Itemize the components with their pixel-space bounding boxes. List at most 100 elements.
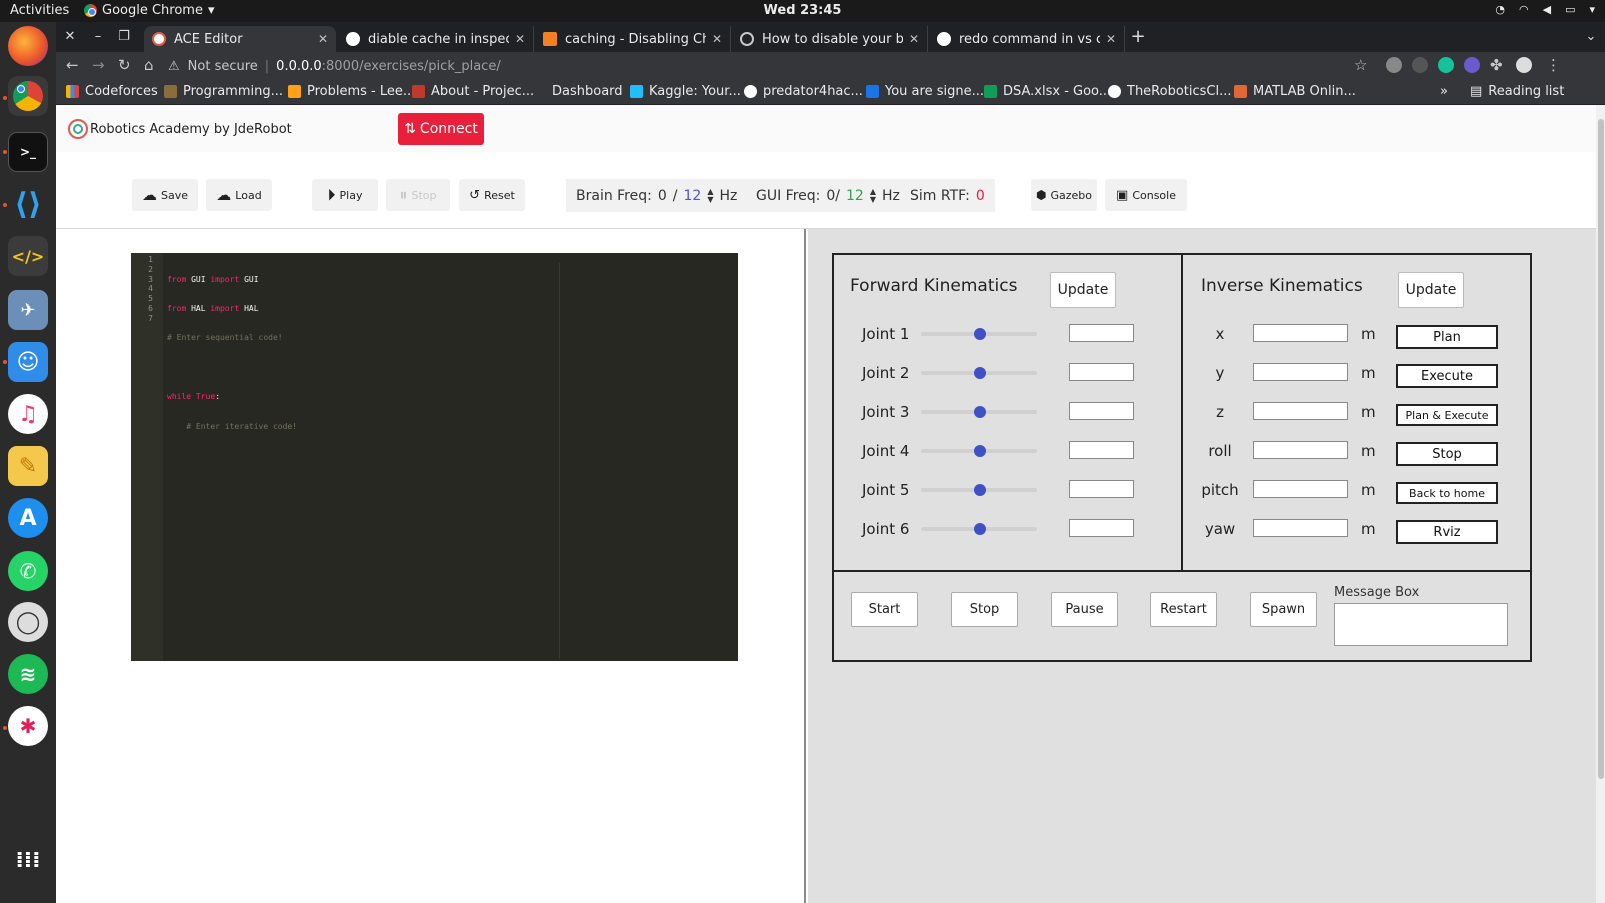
joint-5-slider[interactable] [921, 484, 1037, 496]
bookmark-item[interactable]: Programming... [164, 84, 283, 99]
back-icon[interactable]: ← [66, 56, 79, 74]
execute-button[interactable]: Execute [1396, 364, 1498, 388]
tab-ace-editor[interactable]: ACE Editor ✕ [144, 26, 336, 52]
joint-1-input[interactable] [1069, 324, 1134, 342]
console-button[interactable]: ▣ Console [1105, 179, 1187, 211]
ik-stop-button[interactable]: Stop [1396, 442, 1498, 466]
page-scrollbar[interactable] [1596, 105, 1605, 903]
back-to-home-button[interactable]: Back to home [1396, 482, 1498, 504]
stop-button[interactable]: ⏸ Stop [386, 179, 450, 211]
code-editor-icon[interactable]: </> [8, 236, 48, 276]
bookmark-star-icon[interactable]: ☆ [1354, 56, 1367, 74]
scrollbar-thumb[interactable] [1598, 119, 1604, 779]
tab-disable-browser[interactable]: How to disable your brow ✕ [732, 26, 928, 52]
ik-y-input[interactable] [1253, 363, 1348, 381]
ik-yaw-input[interactable] [1253, 519, 1348, 537]
joint-6-input[interactable] [1069, 519, 1134, 537]
close-tab-icon[interactable]: ✕ [515, 32, 525, 46]
bookmark-item[interactable]: TheRoboticsCl... [1108, 84, 1232, 99]
forward-icon[interactable]: → [92, 56, 105, 74]
sim-stop-button[interactable]: Stop [951, 592, 1018, 627]
bookmark-item[interactable]: Codeforces [66, 84, 158, 99]
whatsapp-icon[interactable]: ✆ [8, 551, 48, 591]
show-applications-icon[interactable]: ⁞⁞⁞ [8, 840, 48, 880]
gazebo-button[interactable]: ⬢ Gazebo [1031, 179, 1097, 211]
address-bar[interactable]: ⚠ Not secure | 0.0.0.0:8000/exercises/pi… [168, 55, 1378, 77]
new-tab-icon[interactable]: + [1128, 27, 1148, 47]
pause-button[interactable]: Pause [1051, 592, 1118, 627]
extension-icon[interactable] [1412, 57, 1428, 73]
spawn-button[interactable]: Spawn [1250, 592, 1317, 627]
reload-icon[interactable]: ↻ [118, 56, 131, 74]
slider-knob[interactable] [974, 367, 986, 379]
joint-1-slider[interactable] [921, 328, 1037, 340]
fk-update-button[interactable]: Update [1050, 272, 1116, 308]
spotify-icon[interactable]: ≋ [8, 654, 48, 694]
bookmark-item[interactable]: Problems - Lee... [288, 84, 415, 99]
gui-freq-input[interactable]: 12 [846, 188, 864, 204]
grammarly-icon[interactable] [1438, 57, 1454, 73]
reading-list-button[interactable]: ▤ Reading list [1470, 84, 1564, 99]
ik-x-input[interactable] [1253, 324, 1348, 342]
terminal-icon[interactable]: >_ [8, 132, 48, 172]
profile-avatar[interactable] [1516, 57, 1532, 73]
joint-3-slider[interactable] [921, 406, 1037, 418]
slider-knob[interactable] [974, 523, 986, 535]
image-viewer-icon[interactable]: ✈ [8, 290, 48, 330]
message-box[interactable] [1334, 603, 1508, 646]
ik-z-input[interactable] [1253, 402, 1348, 420]
close-window-icon[interactable]: ✕ [60, 27, 80, 47]
finder-icon[interactable]: ☺ [8, 342, 48, 382]
ik-roll-input[interactable] [1253, 441, 1348, 459]
restore-window-icon[interactable]: ❐ [114, 27, 134, 47]
bookmark-item[interactable]: MATLAB Onlin... [1234, 84, 1356, 99]
brain-freq-input[interactable]: 12 [684, 188, 702, 204]
joint-4-input[interactable] [1069, 441, 1134, 459]
bookmark-item[interactable]: About - Projec... [412, 84, 534, 99]
chrome-dock-icon[interactable] [8, 76, 48, 116]
slack-icon[interactable]: ✱ [8, 706, 48, 746]
close-tab-icon[interactable]: ✕ [712, 32, 722, 46]
play-button[interactable]: ⏵ Play [312, 179, 378, 211]
rviz-button[interactable]: Rviz [1396, 520, 1498, 544]
tab-redo-vscode[interactable]: redo command in vs code ✕ [929, 26, 1125, 52]
notes-icon[interactable]: ✎ [8, 446, 48, 486]
plan-and-execute-button[interactable]: Plan & Execute [1396, 404, 1498, 426]
brand[interactable]: Robotics Academy by JdeRobot [68, 119, 292, 139]
spinner-arrows-icon[interactable]: ▲ ▼ [870, 187, 876, 204]
close-tab-icon[interactable]: ✕ [318, 32, 328, 46]
slider-knob[interactable] [974, 406, 986, 418]
vscode-icon[interactable]: ⟨⟩ [8, 184, 48, 224]
spinner-arrows-icon[interactable]: ▲ ▼ [707, 187, 713, 204]
reset-button[interactable]: ↺ Reset [459, 179, 525, 211]
code-editor[interactable]: 1 2 3 4 5 6 7 from GUI import GUI from H… [131, 253, 738, 661]
ik-update-button[interactable]: Update [1398, 272, 1464, 308]
bookmark-item[interactable]: You are signe... [866, 84, 984, 99]
settings-icon[interactable]: ◯ [8, 602, 48, 642]
joint-3-input[interactable] [1069, 402, 1134, 420]
tab-search-icon[interactable]: ⌄ [1581, 27, 1601, 47]
slider-knob[interactable] [974, 484, 986, 496]
restart-button[interactable]: Restart [1150, 592, 1217, 627]
minimize-window-icon[interactable]: – [88, 27, 108, 47]
firefox-icon[interactable] [8, 26, 48, 66]
slider-knob[interactable] [974, 328, 986, 340]
load-button[interactable]: ☁ Load [206, 179, 272, 211]
extension-icon[interactable] [1386, 57, 1402, 73]
close-tab-icon[interactable]: ✕ [909, 32, 919, 46]
bookmark-item[interactable]: Dashboard [552, 84, 623, 99]
close-tab-icon[interactable]: ✕ [1106, 32, 1116, 46]
slider-knob[interactable] [974, 445, 986, 457]
joint-4-slider[interactable] [921, 445, 1037, 457]
bookmark-item[interactable]: DSA.xlsx - Goo... [984, 84, 1111, 99]
ik-pitch-input[interactable] [1253, 480, 1348, 498]
music-icon[interactable]: ♫ [8, 394, 48, 434]
joint-5-input[interactable] [1069, 480, 1134, 498]
extension-icon[interactable] [1464, 57, 1480, 73]
app-store-icon[interactable]: A [8, 498, 48, 538]
joint-2-input[interactable] [1069, 363, 1134, 381]
plan-button[interactable]: Plan [1396, 325, 1498, 349]
joint-6-slider[interactable] [921, 523, 1037, 535]
joint-2-slider[interactable] [921, 367, 1037, 379]
start-button[interactable]: Start [851, 592, 918, 627]
